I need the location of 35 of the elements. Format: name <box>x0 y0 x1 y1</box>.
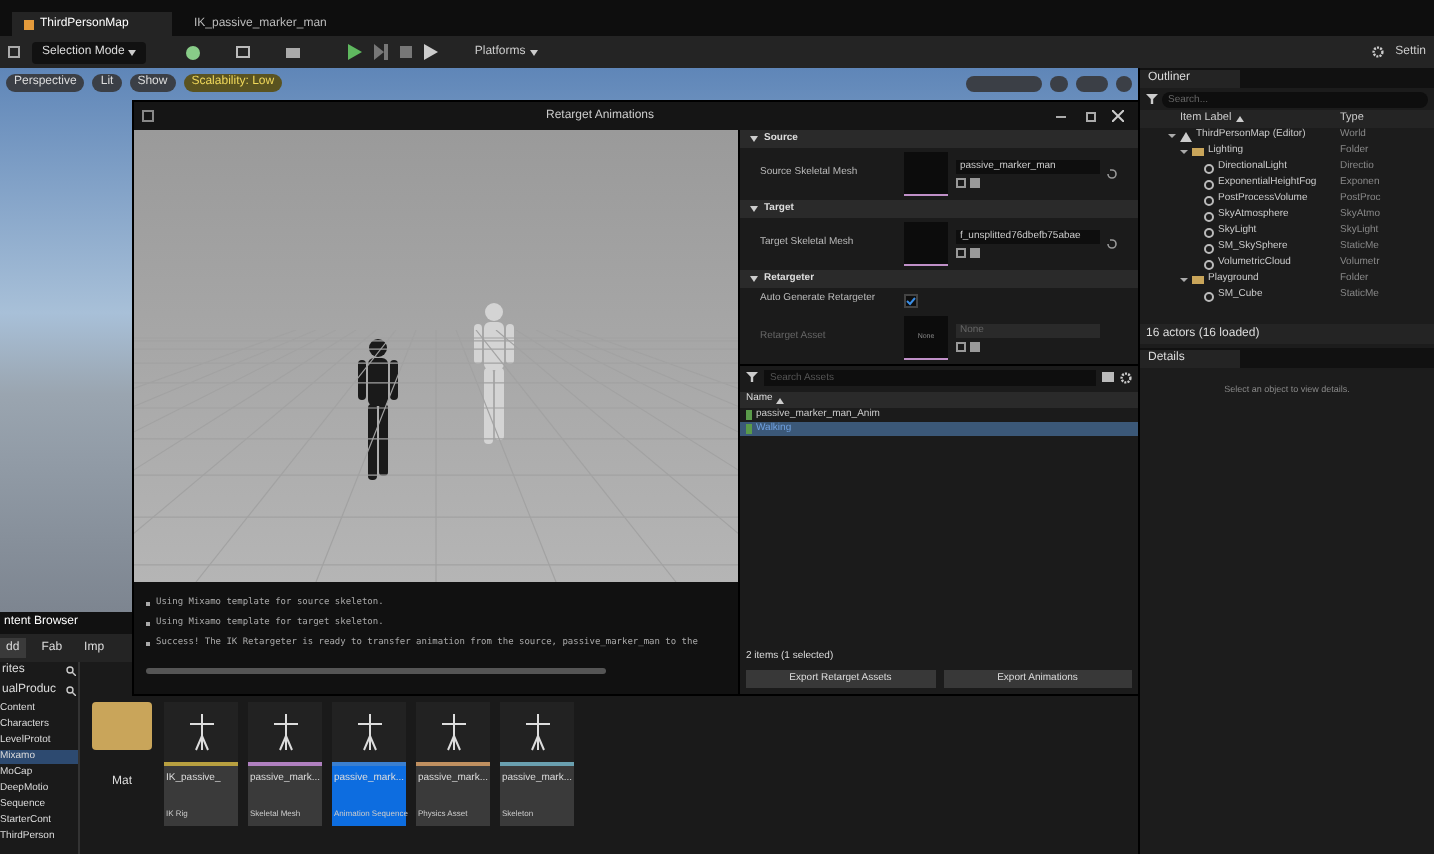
skeleton-thumbnail-icon <box>525 712 549 752</box>
reset-icon[interactable] <box>1106 168 1118 180</box>
minimize-icon[interactable] <box>1056 115 1066 117</box>
filter-icon[interactable] <box>746 372 758 382</box>
sort-arrow-icon[interactable] <box>1235 116 1244 122</box>
caret-icon[interactable] <box>128 49 137 55</box>
collapse-arrow-icon[interactable] <box>750 206 758 212</box>
skeleton-thumbnail-icon <box>357 712 381 752</box>
skeleton-thumbnail-icon <box>189 712 213 752</box>
settings-icon[interactable] <box>1371 46 1384 58</box>
caret-icon[interactable] <box>529 49 538 55</box>
collapse-arrow-icon[interactable] <box>750 276 758 282</box>
expand-arrow-icon[interactable] <box>1180 150 1188 158</box>
close-icon[interactable] <box>1112 110 1124 122</box>
asset-thumbnail <box>904 222 948 266</box>
search-icon[interactable] <box>66 686 76 696</box>
asset-thumbnail <box>904 152 948 196</box>
window-icon <box>142 110 154 122</box>
play-icon[interactable] <box>348 44 363 60</box>
settings-icon[interactable] <box>1120 371 1132 383</box>
skeleton-thumbnail-icon <box>441 712 465 752</box>
skeleton-thumbnail-icon <box>273 712 297 752</box>
step-icon[interactable] <box>374 44 389 60</box>
actor-icon <box>1204 291 1214 301</box>
collapse-arrow-icon[interactable] <box>750 136 758 142</box>
expand-arrow-icon[interactable] <box>1180 278 1188 286</box>
search-icon[interactable] <box>66 666 76 676</box>
mannequin-figure-drawing <box>468 302 520 446</box>
stop-icon[interactable] <box>400 46 413 58</box>
expand-arrow-icon[interactable] <box>1168 134 1176 142</box>
sort-arrow-icon[interactable] <box>776 397 785 403</box>
filter-icon[interactable] <box>1146 94 1158 104</box>
checkbox[interactable] <box>904 293 918 307</box>
character-figure-drawing <box>352 338 404 482</box>
reset-icon[interactable] <box>1106 238 1118 250</box>
